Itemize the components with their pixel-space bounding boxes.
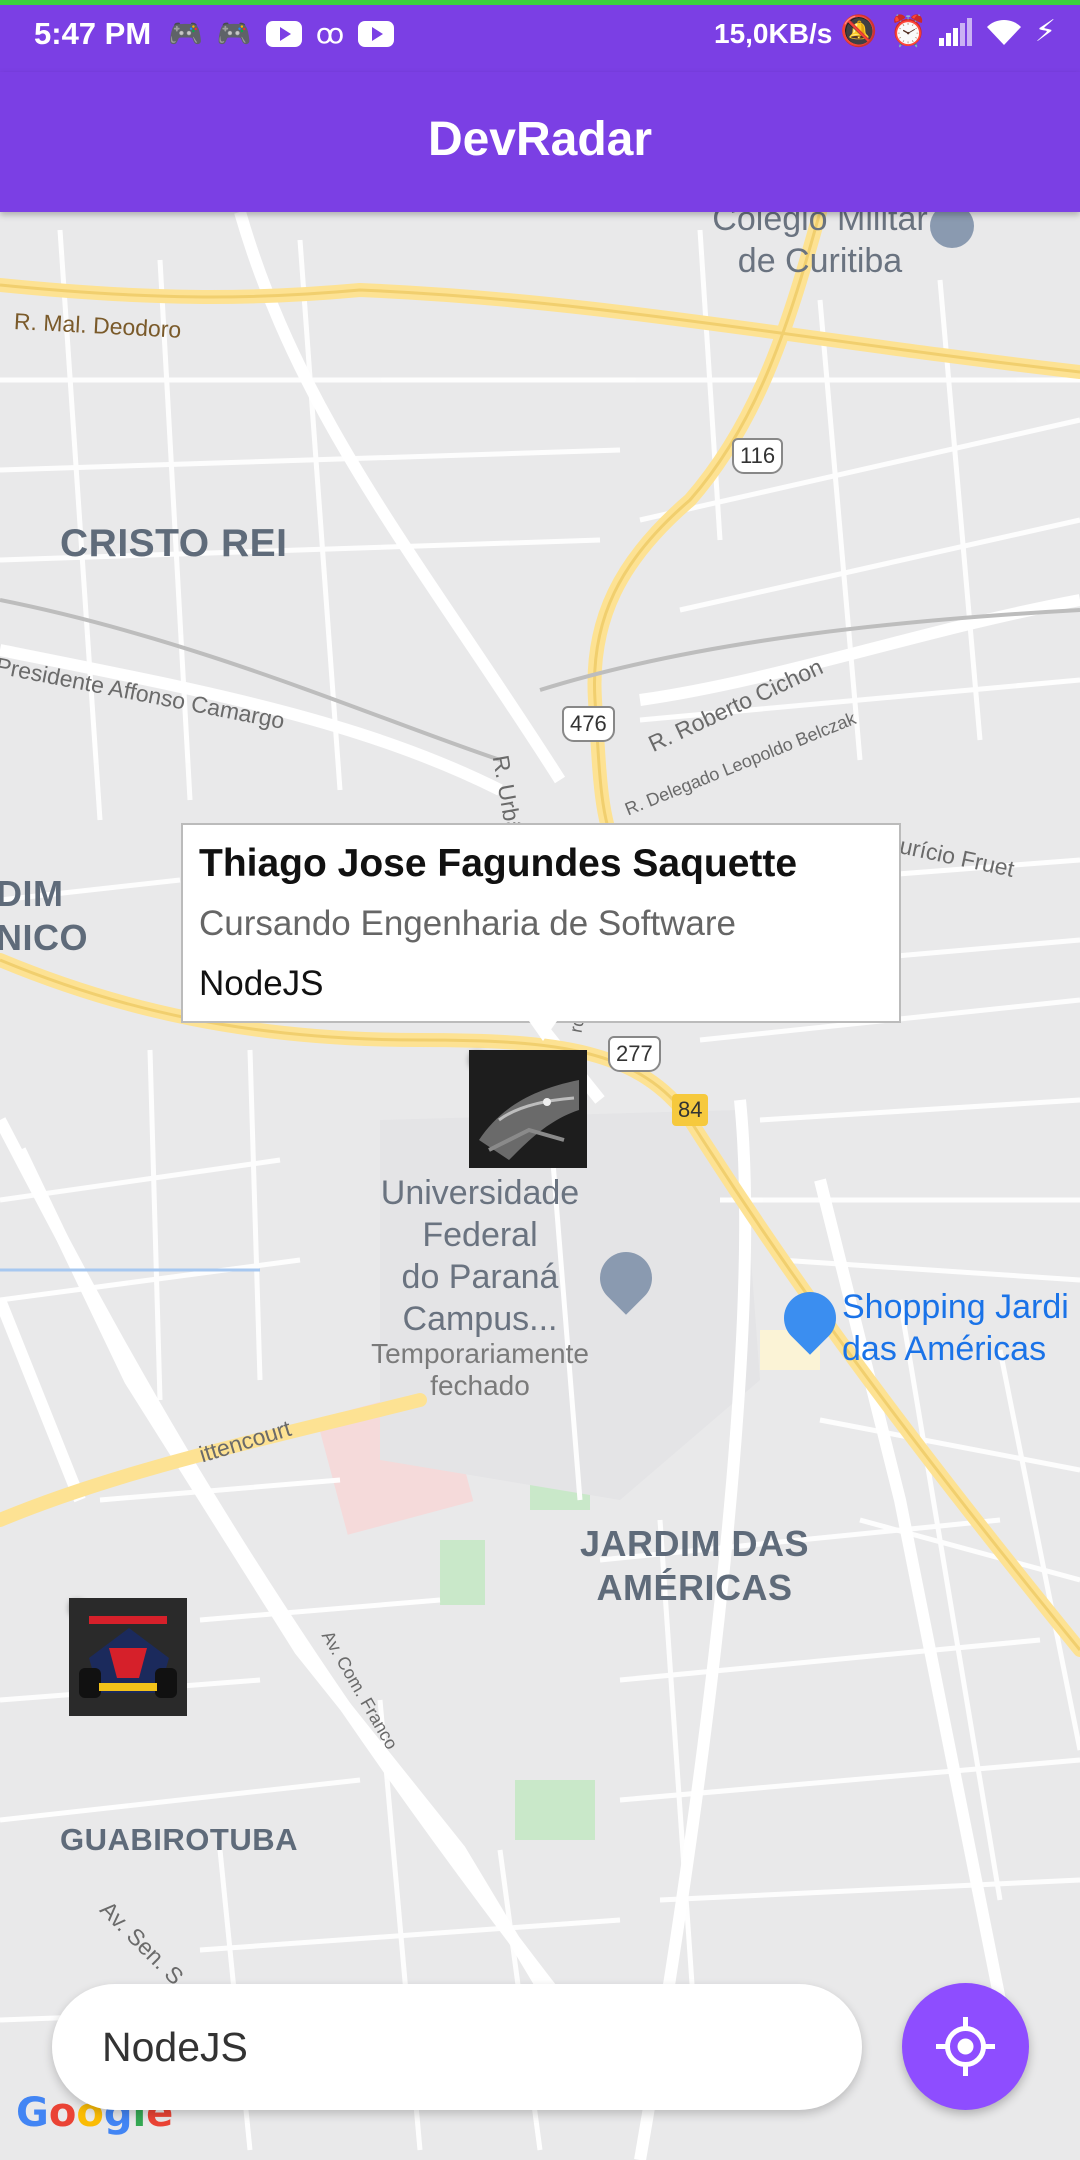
app-bar: DevRadar [0, 72, 1080, 212]
dev-callout[interactable]: Thiago Jose Fagundes Saquette Cursando E… [181, 823, 901, 1041]
neighborhood-label: CRISTO REI [60, 522, 288, 565]
neighborhood-label: GUABIROTUBA [60, 1822, 298, 1857]
neighborhood-label: JARDIM DAS AMÉRICAS [580, 1523, 810, 1608]
youtube-icon [358, 21, 395, 47]
discord-icon: 🎮 [216, 18, 252, 49]
dev-bio: Cursando Engenharia de Software [199, 904, 737, 943]
mute-icon: 🔕 [840, 15, 878, 48]
dev-avatar [69, 1598, 187, 1716]
network-speed: 15,0KB/s [714, 18, 833, 49]
discord-icon: 🎮 [168, 18, 203, 49]
my-location-icon [936, 2017, 995, 2076]
poi-label-colegio: Colégio Militar de Curitiba [712, 212, 928, 280]
signal-icon [938, 17, 972, 46]
status-progress-bar [0, 0, 1080, 5]
road-shield: 116 [732, 438, 784, 474]
neighborhood-label: DIM NICO [0, 873, 88, 958]
status-time: 5:47 PM [34, 16, 152, 51]
wifi-icon [986, 19, 1021, 45]
status-app-icons: 🎮 🎮 ꝏ [168, 18, 395, 50]
status-bar: 5:47 PM 🎮 🎮 ꝏ 15,0KB/s 🔕 ⏰ ⚡ [0, 0, 1080, 72]
road-shield: 84 [672, 1094, 709, 1126]
dev-marker[interactable] [69, 1598, 187, 1716]
map-view[interactable]: CRISTO REI DIM NICO JARDIM DAS AMÉRICAS … [0, 212, 1080, 2160]
road-shield: 476 [562, 706, 615, 742]
alarm-icon: ⏰ [889, 15, 927, 48]
road-shield: 277 [608, 1036, 661, 1072]
battery-charging-icon: ⚡ [1034, 15, 1056, 48]
dev-name: Thiago Jose Fagundes Saquette [199, 842, 798, 885]
youtube-icon [265, 21, 302, 47]
page-title: DevRadar [427, 113, 653, 166]
voicemail-icon: ꝏ [315, 18, 345, 49]
poi-label-shopping: Shopping Jardi das Américas [842, 1288, 1069, 1368]
dev-techs: NodeJS [199, 964, 324, 1003]
search-input[interactable] [52, 1984, 862, 2110]
poi-status: Temporariamente fechado [371, 1338, 589, 1401]
status-right-icons: 🔕 ⏰ ⚡ [840, 14, 1056, 49]
dev-marker[interactable] [469, 1050, 587, 1168]
locate-button[interactable] [902, 1983, 1029, 2110]
poi-label-university: Universidade Federal do Paraná Campus... [380, 1174, 580, 1338]
dev-avatar [469, 1050, 587, 1168]
